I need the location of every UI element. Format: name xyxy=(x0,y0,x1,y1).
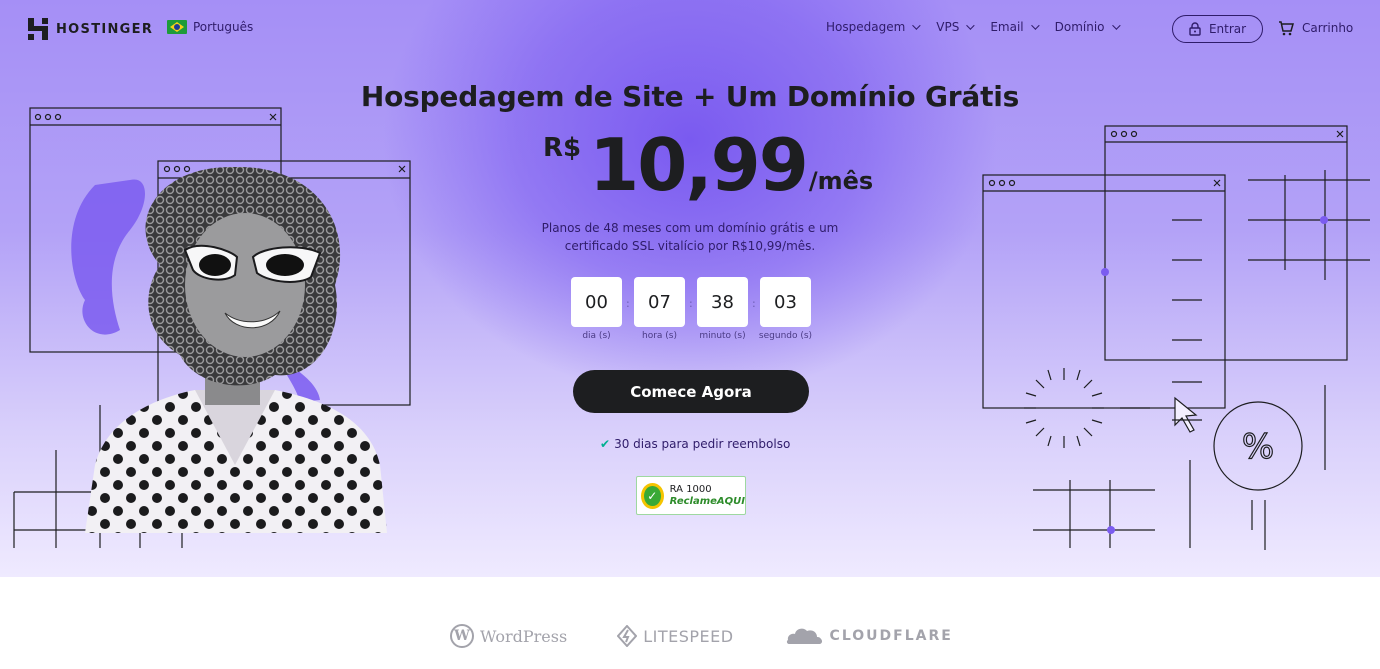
countdown-value: 07 xyxy=(634,277,685,327)
menu-label: Hospedagem xyxy=(826,20,906,34)
menu-item-email[interactable]: Email xyxy=(990,20,1040,34)
plan-description: Planos de 48 meses com um domínio grátis… xyxy=(541,221,839,253)
brand-name: HOSTINGER xyxy=(56,21,154,37)
countdown-seconds: 03 segundo (s) xyxy=(759,277,812,341)
menu-item-dominio[interactable]: Domínio xyxy=(1054,20,1121,34)
cloudflare-icon xyxy=(786,628,822,644)
refund-guarantee: ✔ 30 dias para pedir reembolso xyxy=(600,437,790,451)
wordpress-name: WordPress xyxy=(480,626,568,646)
countdown-separator: : xyxy=(689,297,693,310)
menu-label: Email xyxy=(990,20,1024,34)
price-period: /mês xyxy=(808,167,874,195)
cloudflare-logo: CLOUDFLARE xyxy=(784,626,953,646)
ra-seal-icon: ✓ xyxy=(641,482,664,509)
price-amount: 10,99 xyxy=(589,123,809,207)
ra-score: RA 1000 xyxy=(669,483,712,495)
cart-button[interactable]: Carrinho xyxy=(1278,20,1353,36)
login-label: Entrar xyxy=(1208,22,1247,36)
cart-icon xyxy=(1279,21,1294,36)
language-label: Português xyxy=(193,20,254,34)
language-selector[interactable]: Português xyxy=(167,20,253,34)
countdown-hours: 07 hora (s) xyxy=(634,277,685,341)
hostinger-logo[interactable]: HOSTINGER xyxy=(28,18,153,40)
right-decoration: % xyxy=(982,125,1370,550)
main-menu: Hospedagem VPS Email Domínio xyxy=(826,20,1121,34)
litespeed-name: LITESPEED xyxy=(643,626,734,646)
price-display: R$ 10,99 /mês xyxy=(543,123,873,207)
countdown-value: 38 xyxy=(697,277,748,327)
hostinger-logo-icon xyxy=(28,18,48,40)
refund-text: 30 dias para pedir reembolso xyxy=(614,437,791,451)
checkmark-icon: ✔ xyxy=(600,437,611,451)
countdown-days: 00 dia (s) xyxy=(571,277,622,341)
countdown-label: dia (s) xyxy=(582,331,611,341)
brazil-flag-icon xyxy=(167,20,187,34)
menu-item-vps[interactable]: VPS xyxy=(936,20,976,34)
top-navigation: HOSTINGER Português Hospedagem VPS Email… xyxy=(0,0,1380,58)
chevron-down-icon xyxy=(912,21,921,30)
chevron-down-icon xyxy=(1030,21,1040,30)
cart-label: Carrinho xyxy=(1302,21,1354,35)
svg-text:%: % xyxy=(1242,427,1274,467)
wordpress-logo: W WordPress xyxy=(450,624,567,648)
countdown-timer: 00 dia (s) 07 hora (s) 38 minuto (s) 03 … xyxy=(571,277,812,341)
hero-headline: Hospedagem de Site + Um Domínio Grátis xyxy=(360,80,1020,113)
lock-icon xyxy=(1189,22,1201,36)
menu-label: Domínio xyxy=(1054,20,1105,34)
countdown-minutes: 38 minuto (s) xyxy=(697,277,748,341)
countdown-value: 00 xyxy=(571,277,622,327)
start-now-button[interactable]: Comece Agora xyxy=(573,370,809,413)
litespeed-logo: LITESPEED xyxy=(617,625,733,647)
wordpress-icon: W xyxy=(450,624,474,648)
menu-label: VPS xyxy=(936,20,960,34)
chevron-down-icon xyxy=(1111,21,1121,30)
cloudflare-name: CLOUDFLARE xyxy=(829,628,953,644)
partner-logos: W WordPress LITESPEED CLOUDFLARE xyxy=(450,624,953,648)
countdown-separator: : xyxy=(626,297,630,310)
countdown-value: 03 xyxy=(760,277,811,327)
hero-section: % HOSTINGER Português Hospedagem VPS Ema… xyxy=(0,0,1380,577)
model-photo xyxy=(85,166,387,533)
countdown-label: hora (s) xyxy=(642,331,677,341)
countdown-separator: : xyxy=(752,297,756,310)
chevron-down-icon xyxy=(966,21,976,30)
menu-item-hospedagem[interactable]: Hospedagem xyxy=(826,20,921,34)
litespeed-icon xyxy=(617,625,638,647)
login-button[interactable]: Entrar xyxy=(1172,15,1263,43)
countdown-label: segundo (s) xyxy=(758,331,813,341)
price-currency: R$ xyxy=(543,133,582,163)
reclame-aqui-badge[interactable]: ✓ RA 1000 ReclameAQUI xyxy=(636,476,746,515)
countdown-label: minuto (s) xyxy=(699,331,746,341)
ra-brand: ReclameAQUI xyxy=(669,495,745,507)
